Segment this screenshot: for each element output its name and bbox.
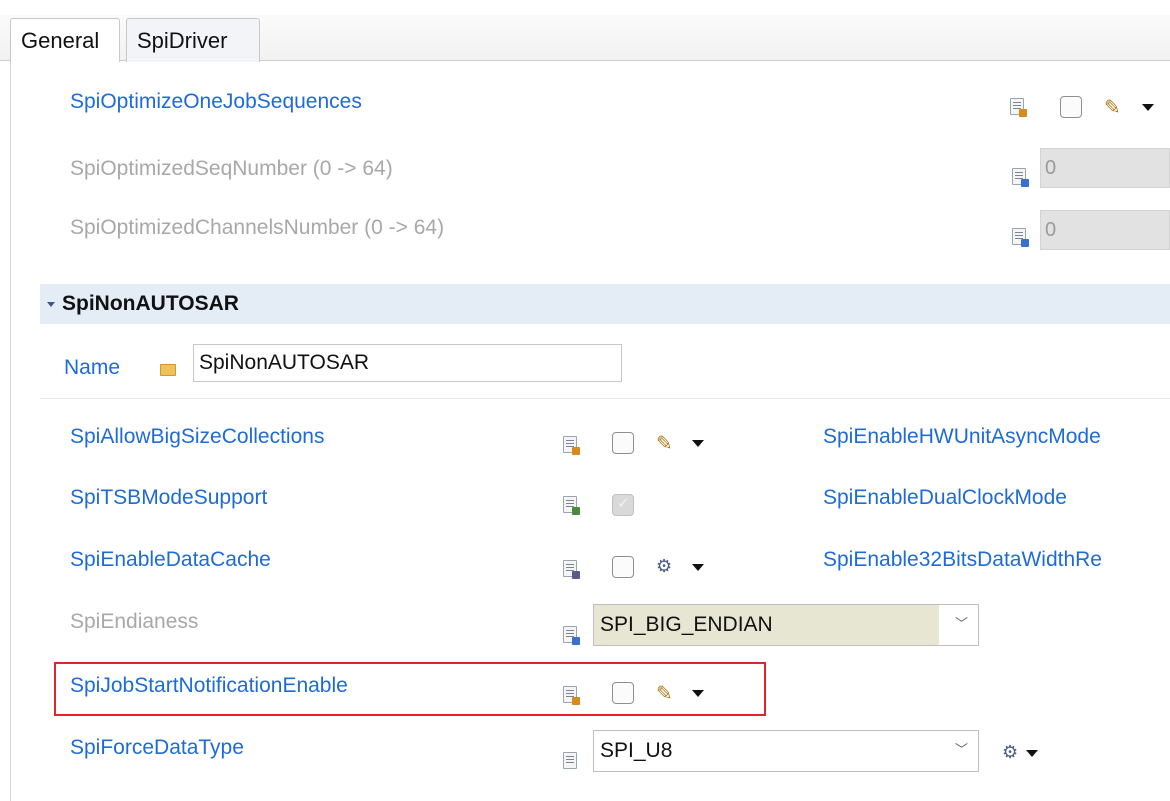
spi-job-start-notification-enable-checkbox[interactable] [612, 682, 634, 704]
spi-endianess-select: SPI_BIG_ENDIAN ﹀ [593, 604, 979, 646]
dropdown-caret-icon[interactable] [1026, 750, 1038, 757]
spi-optimized-seq-number-field[interactable]: 0 [1040, 148, 1170, 188]
pencil-icon[interactable]: ✎ [656, 432, 673, 454]
param-badge-icon [572, 697, 580, 705]
pencil-icon[interactable]: ✎ [656, 682, 673, 704]
spi-tsb-mode-support-checkbox [612, 494, 634, 516]
param-badge-icon [1021, 239, 1029, 247]
spi-allow-big-size-collections-label[interactable]: SpiAllowBigSizeCollections [70, 423, 324, 451]
spi-allow-big-size-collections-checkbox[interactable] [612, 432, 634, 454]
tab-general[interactable]: General [10, 18, 120, 62]
spi-force-data-type-select[interactable]: SPI_U8 ﹀ [593, 730, 979, 772]
param-doc-icon [563, 560, 580, 579]
select-value: SPI_U8 [600, 739, 673, 762]
spi-optimize-one-job-sequences-label[interactable]: SpiOptimizeOneJobSequences [70, 88, 362, 116]
calculator-icon[interactable]: ⚙ [1002, 742, 1018, 764]
dropdown-caret-icon[interactable] [692, 564, 704, 571]
param-badge-icon [572, 571, 580, 579]
spi-enable-data-cache-label[interactable]: SpiEnableDataCache [70, 546, 271, 574]
spi-enable-data-cache-checkbox[interactable] [612, 556, 634, 578]
spi-endianess-label: SpiEndianess [70, 610, 199, 633]
dropdown-caret-icon[interactable] [1142, 104, 1154, 111]
collapse-triangle-icon[interactable] [47, 302, 55, 307]
param-doc-icon [563, 626, 580, 645]
param-badge-icon [1021, 179, 1029, 187]
dropdown-caret-icon[interactable] [692, 690, 704, 697]
spi-job-start-notification-enable-label[interactable]: SpiJobStartNotificationEnable [70, 672, 348, 700]
spi-optimize-one-job-sequences-checkbox[interactable] [1060, 96, 1082, 118]
param-badge-icon [572, 447, 580, 455]
tab-spidriver[interactable]: SpiDriver [126, 18, 260, 62]
spi-tsb-mode-support-label[interactable]: SpiTSBModeSupport [70, 484, 267, 512]
param-doc-icon [563, 686, 580, 705]
param-doc-icon [563, 752, 577, 769]
spi-optimized-seq-number-label: SpiOptimizedSeqNumber (0 -> 64) [70, 157, 393, 180]
param-badge-icon [572, 637, 580, 645]
param-doc-icon [563, 496, 580, 515]
spi-enable-hwunit-async-mode-label[interactable]: SpiEnableHWUnitAsyncMode [823, 423, 1101, 451]
param-doc-icon [1012, 228, 1029, 247]
param-badge-icon [1019, 109, 1027, 117]
calculator-icon[interactable]: ⚙ [656, 556, 672, 578]
divider [40, 398, 1170, 399]
spi-force-data-type-label[interactable]: SpiForceDataType [70, 734, 244, 762]
spi-enable-dual-clock-mode-label[interactable]: SpiEnableDualClockMode [823, 484, 1067, 512]
pencil-icon[interactable]: ✎ [1104, 96, 1121, 118]
name-label: Name [64, 356, 121, 379]
param-doc-icon [1010, 98, 1027, 117]
section-title: SpiNonAUTOSAR [62, 292, 239, 315]
dropdown-caret-icon[interactable] [692, 440, 704, 447]
name-field[interactable]: SpiNonAUTOSAR [193, 344, 622, 382]
spi-optimized-channels-number-label: SpiOptimizedChannelsNumber (0 -> 64) [70, 216, 445, 239]
param-badge-icon [572, 507, 580, 515]
param-doc-icon [1012, 168, 1029, 187]
spi-enable-32bits-data-width-label[interactable]: SpiEnable32BitsDataWidthRe [823, 546, 1102, 574]
select-value: SPI_BIG_ENDIAN [594, 605, 939, 645]
panel-border [10, 61, 11, 801]
spi-optimized-channels-number-field[interactable]: 0 [1040, 210, 1170, 250]
chevron-down-icon[interactable]: ﹀ [955, 731, 968, 771]
param-doc-icon [563, 436, 580, 455]
chevron-down-icon: ﹀ [954, 617, 968, 632]
folder-icon [160, 364, 176, 376]
